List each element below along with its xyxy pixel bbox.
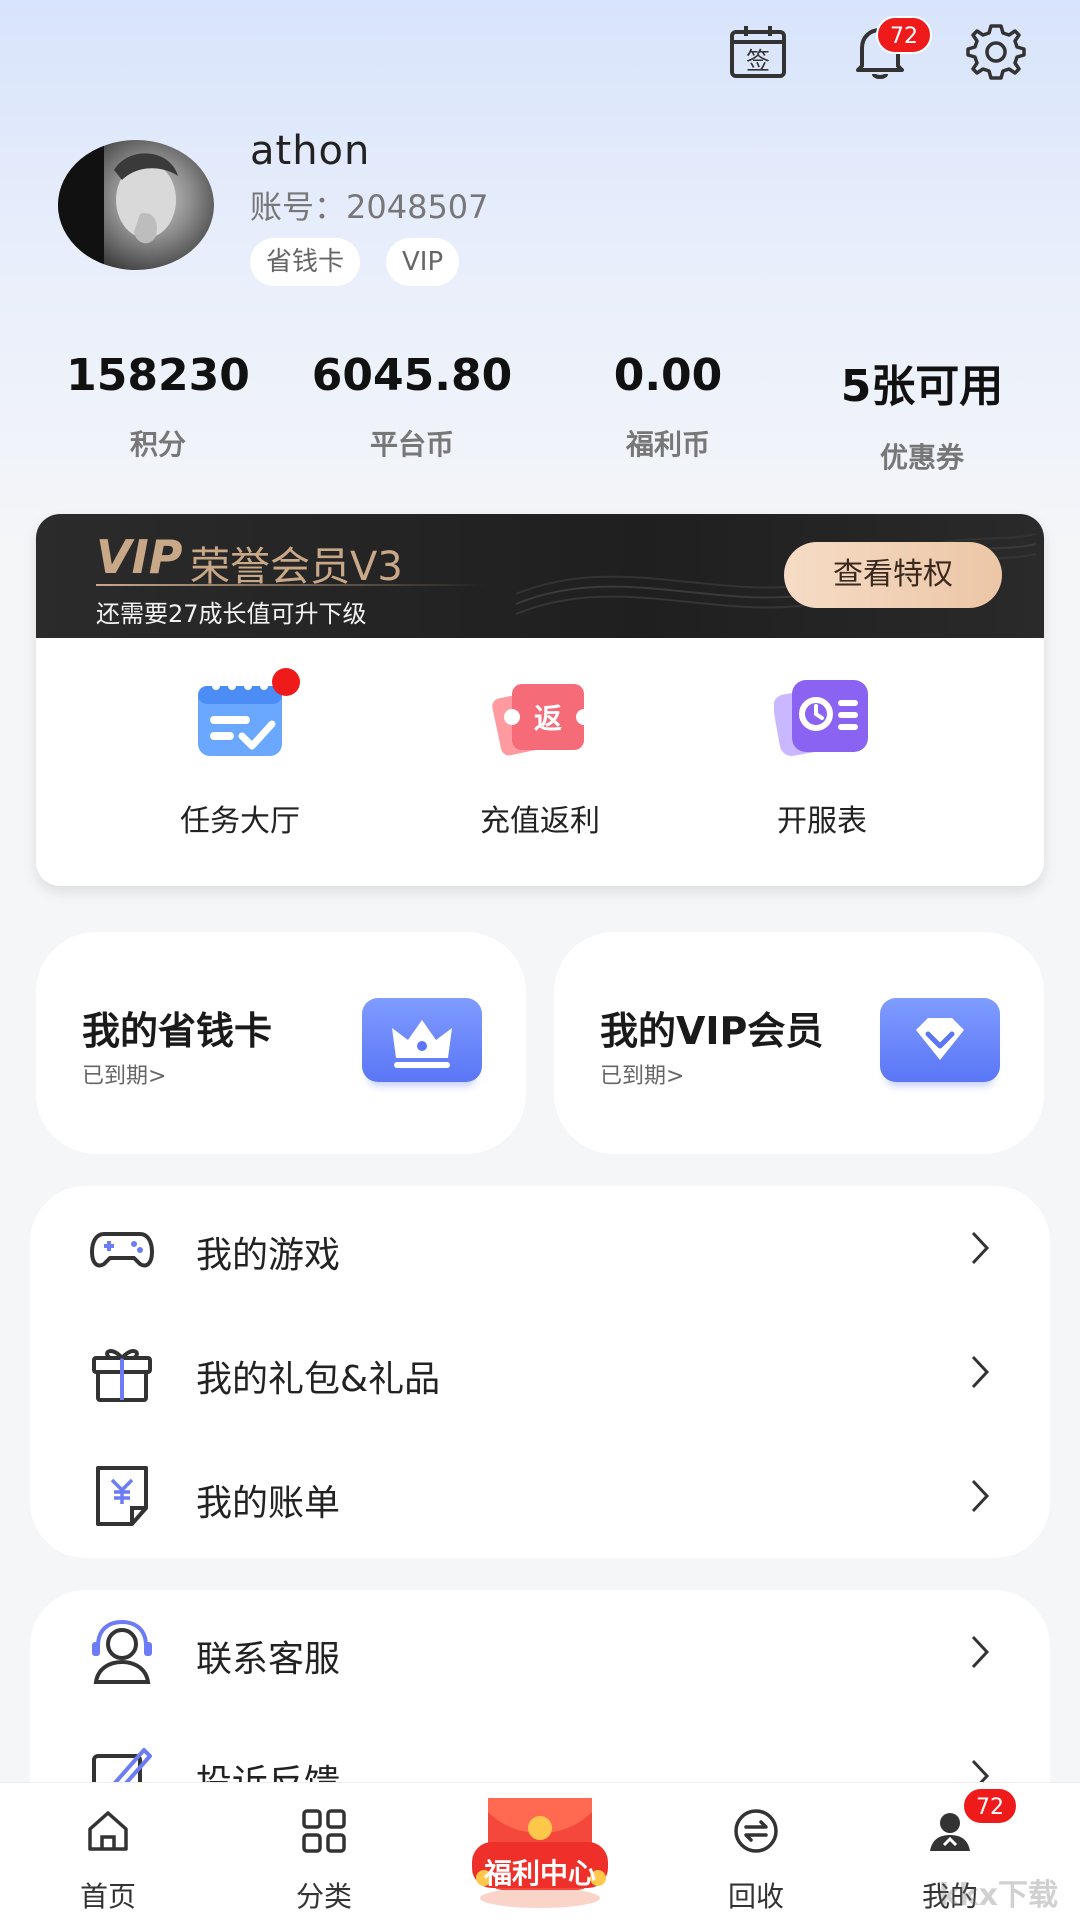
menu-my-gifts-label: 我的礼包&礼品	[196, 1359, 441, 1400]
stat-welfare-coin-value: 0.00	[613, 350, 723, 401]
stat-points[interactable]: 158230 积分	[28, 350, 288, 463]
stat-platform-coin-label: 平台币	[369, 428, 454, 461]
notification-button[interactable]: 72	[846, 16, 932, 86]
savings-card-title: 我的省钱卡	[82, 1009, 273, 1053]
task-red-dot	[272, 668, 300, 696]
stat-points-label: 积分	[129, 428, 186, 461]
stat-welfare-coin-label: 福利币	[625, 428, 710, 461]
crown-icon	[362, 998, 482, 1082]
server-schedule-icon	[773, 674, 870, 760]
gamepad-icon	[90, 1232, 154, 1268]
account-number: 账号：2048507	[250, 188, 489, 226]
nav-home-label: 首页	[79, 1880, 136, 1913]
diamond-icon	[880, 998, 1000, 1082]
stat-points-value: 158230	[66, 350, 250, 401]
nav-home[interactable]: 首页	[38, 1783, 178, 1920]
stat-coupons-value: 5张可用	[840, 361, 1004, 412]
menu-my-bills-label: 我的账单	[196, 1483, 341, 1524]
settings-button[interactable]	[962, 18, 1030, 86]
vip-logo: VIP	[96, 530, 183, 584]
notification-badge: 72	[876, 16, 932, 54]
nav-recycle-label: 回收	[727, 1880, 784, 1913]
vip-membership-title: 我的VIP会员	[600, 1009, 824, 1053]
svg-text:返: 返	[534, 702, 562, 735]
chevron-right-icon	[971, 1635, 990, 1669]
rebate-ticket-icon: 返	[492, 674, 592, 760]
sign-in-button[interactable]: 签	[724, 18, 792, 86]
vip-membership-entry[interactable]: 我的VIP会员 已到期>	[554, 932, 1044, 1154]
nav-category[interactable]: 分类	[254, 1783, 394, 1920]
watermark: kkx下载	[938, 1878, 1058, 1913]
grid-icon	[302, 1809, 346, 1853]
menu-my-gifts[interactable]: 我的礼包&礼品	[30, 1310, 1050, 1434]
gear-icon	[966, 24, 1026, 80]
vip-divider	[96, 584, 486, 586]
username: athon	[250, 128, 371, 174]
tag-vip[interactable]: VIP	[386, 238, 460, 286]
nav-recycle[interactable]: 回收	[686, 1783, 826, 1920]
stat-coupons-label: 优惠券	[879, 441, 964, 474]
menu-contact-service[interactable]: 联系客服	[30, 1590, 1050, 1714]
stat-coupons[interactable]: 5张可用 优惠券	[792, 350, 1052, 476]
view-privileges-button[interactable]: 查看特权	[784, 542, 1002, 608]
nav-welfare-label: 福利中心	[483, 1857, 596, 1890]
task-calendar-icon	[192, 668, 300, 760]
vip-card: VIP 荣誉会员V3 还需要27成长值可升下级 查看特权 任务大厅 返 充值返利…	[36, 514, 1044, 886]
feature-server-schedule[interactable]: 开服表	[752, 674, 892, 840]
home-icon	[88, 1811, 128, 1851]
svg-text:签: 签	[746, 47, 770, 75]
stat-welfare-coin[interactable]: 0.00 福利币	[538, 350, 798, 463]
nav-category-label: 分类	[295, 1880, 352, 1913]
menu-contact-service-label: 联系客服	[196, 1639, 341, 1680]
feature-recharge-rebate-label: 充值返利	[480, 804, 600, 839]
tag-savings-card[interactable]: 省钱卡	[250, 238, 361, 286]
mine-badge: 72	[962, 1787, 1018, 1825]
feature-task-hall[interactable]: 任务大厅	[120, 668, 360, 840]
gift-icon	[92, 1349, 152, 1402]
chevron-right-icon	[971, 1479, 990, 1513]
menu-list-primary: 我的游戏 我的礼包&礼品 我的账单	[30, 1186, 1050, 1558]
savings-card-entry[interactable]: 我的省钱卡 已到期>	[36, 932, 526, 1154]
menu-my-games-label: 我的游戏	[196, 1235, 341, 1276]
feature-task-hall-label: 任务大厅	[180, 804, 300, 839]
nav-welfare-center[interactable]: 福利中心	[466, 1794, 614, 1912]
menu-my-games[interactable]: 我的游戏	[30, 1186, 1050, 1310]
feature-server-schedule-label: 开服表	[777, 804, 867, 839]
header-background	[0, 0, 1080, 560]
avatar[interactable]	[58, 140, 214, 270]
vip-growth-hint: 还需要27成长值可升下级	[96, 600, 367, 628]
menu-my-bills[interactable]: 我的账单	[30, 1434, 1050, 1558]
chevron-right-icon	[971, 1231, 990, 1265]
chevron-right-icon	[971, 1355, 990, 1389]
calendar-sign-icon: 签	[730, 26, 786, 78]
feature-recharge-rebate[interactable]: 返 充值返利	[420, 674, 660, 840]
stat-platform-coin-value: 6045.80	[311, 350, 513, 401]
stat-platform-coin[interactable]: 6045.80 平台币	[282, 350, 542, 463]
vip-membership-status: 已到期>	[600, 1064, 685, 1089]
headset-icon	[92, 1619, 152, 1684]
vip-banner[interactable]: VIP 荣誉会员V3 还需要27成长值可升下级 查看特权	[36, 514, 1044, 638]
bill-icon	[96, 1466, 148, 1526]
recycle-exchange-icon	[734, 1809, 778, 1853]
savings-card-status: 已到期>	[82, 1064, 167, 1089]
